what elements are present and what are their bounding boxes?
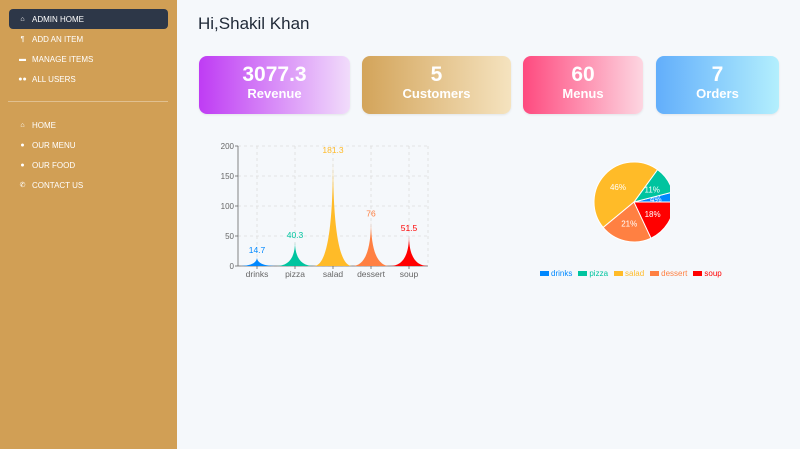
sidebar-divider [8,101,168,102]
legend-swatch [614,271,624,276]
legend-swatch [578,271,588,276]
sales-bar-chart: 0 50 100 150 200 14.7 drinks 40.3 pizza 181.3 sala… [221,142,429,279]
admin-nav: ⌂ ADMIN HOME ¶ ADD AN ITEM ▬ MANAGE ITEM… [0,9,177,89]
home-icon: ⌂ [20,15,25,23]
legend-swatch [540,271,549,276]
sidebar: ⌂ ADMIN HOME ¶ ADD AN ITEM ▬ MANAGE ITEM… [0,0,177,449]
utensils-icon: ¶ [20,35,25,43]
y-tick-label: 100 [221,202,235,211]
y-tick-label: 150 [221,172,235,181]
sidebar-item-label: MANAGE ITEMS [32,54,94,64]
circle-icon: ● [20,161,25,169]
data-label-pizza: 40.3 [287,230,304,240]
x-tick-label: pizza [285,269,305,279]
sidebar-item-label: OUR MENU [32,140,76,150]
sidebar-item-home[interactable]: ⌂ HOME [9,115,168,135]
legend-item-soup: soup [693,269,722,278]
page-title: Hi,Shakil Khan [198,14,310,33]
stat-value: 60 [571,63,595,86]
circle-icon: ● [20,141,25,149]
legend-item-drinks: drinks [540,269,572,278]
data-label-drinks: 14.7 [249,245,266,255]
x-tick-label: drinks [246,269,269,279]
sidebar-item-label: ADD AN ITEM [32,34,84,44]
stat-card-customers: 5 Customers [362,56,511,114]
pie-label-soup: 18% [645,210,661,219]
sidebar-item-label: ADMIN HOME [32,14,84,24]
sidebar-item-contact-us[interactable]: ✆ CONTACT US [9,175,168,195]
legend-swatch [650,271,660,276]
sidebar-item-admin-home[interactable]: ⌂ ADMIN HOME [9,9,168,29]
sidebar-item-label: CONTACT US [32,180,84,190]
stat-value: 5 [430,63,443,86]
data-label-soup: 51.5 [401,223,418,233]
sales-pie-chart: 4%11%46%21%18% [593,161,670,243]
legend-item-dessert: dessert [650,269,687,278]
home-icon: ⌂ [20,121,25,129]
sidebar-item-add-item[interactable]: ¶ ADD AN ITEM [9,29,168,49]
sidebar-item-label: OUR FOOD [32,160,76,170]
sidebar-item-all-users[interactable]: ●● ALL USERS [9,69,168,89]
bar-salad [314,157,352,266]
pie-label-dessert: 21% [621,219,637,228]
legend-swatch [693,271,703,276]
data-label-dessert: 76 [366,208,376,218]
pie-legend: drinks pizza salad dessert soup [540,269,722,278]
legend-item-salad: salad [614,269,644,278]
stat-card-orders: 7 Orders [656,56,779,114]
y-tick-label: 0 [230,262,235,271]
stat-value: 3077.3 [242,63,307,86]
stat-label: Orders [696,86,739,101]
bar-soup [390,235,428,266]
stat-value: 7 [711,63,724,86]
phone-icon: ✆ [19,182,26,189]
legend-label: soup [704,269,722,278]
bar-drinks [238,257,276,266]
data-label-salad: 181.3 [322,145,344,155]
legend-label: dessert [661,269,688,278]
sidebar-item-label: HOME [32,120,56,130]
legend-label: drinks [551,269,573,278]
stat-label: Revenue [247,86,302,101]
stat-label: Menus [562,86,604,101]
site-nav: ⌂ HOME ● OUR MENU ● OUR FOOD ✆ CONTACT U… [0,115,177,195]
legend-item-pizza: pizza [578,269,608,278]
x-tick-label: salad [323,269,344,279]
pie-label-salad: 46% [610,183,626,192]
sidebar-item-our-menu[interactable]: ● OUR MENU [9,135,168,155]
sidebar-item-label: ALL USERS [32,74,76,84]
stat-label: Customers [402,86,471,101]
legend-label: pizza [589,269,609,278]
bar-pizza [276,241,314,266]
legend-label: salad [625,269,645,278]
wallet-icon: ▬ [19,55,26,63]
sidebar-item-our-food[interactable]: ● OUR FOOD [9,155,168,175]
sidebar-item-manage-items[interactable]: ▬ MANAGE ITEMS [9,49,168,69]
x-tick-label: dessert [357,269,386,279]
x-tick-label: soup [400,269,419,279]
y-tick-label: 200 [221,142,235,151]
pie-label-pizza: 11% [644,186,659,195]
y-tick-label: 50 [225,232,234,241]
users-icon: ●● [18,75,27,83]
stat-card-menus: 60 Menus [523,56,643,114]
stat-card-revenue: 3077.3 Revenue [199,56,350,114]
bar-dessert [352,220,390,266]
